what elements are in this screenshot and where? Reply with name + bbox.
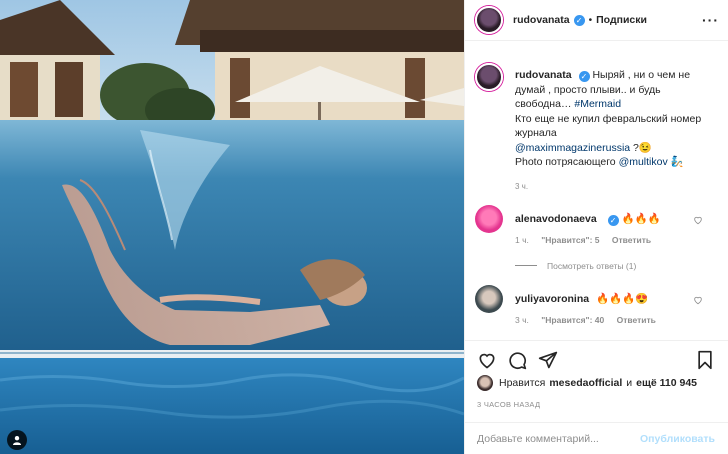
follow-button[interactable]: Подписки [596,14,647,26]
comment-meta: 1 ч. "Нравится": 5 Ответить [515,235,661,245]
publish-button[interactable]: Опубликовать [640,433,715,445]
liked-by-joiner: и [626,377,633,389]
add-comment-bar: Добавьте комментарий... Опубликовать [465,422,728,454]
view-replies-button[interactable]: Посмотреть ответы (1) [515,261,636,271]
comments-section: rudovanata ✓ Ныряй , ни о чем не думай ,… [465,52,728,342]
reply-button[interactable]: Ответить [612,235,651,245]
verified-icon: ✓ [573,14,585,26]
caption-avatar[interactable] [475,63,503,91]
comment-item: alenavodonaeva ✓ 🔥🔥🔥 1 ч. "Нравится": 5 … [465,204,728,285]
likes-count[interactable]: ещё 110 945 [636,377,697,389]
caption-line4-prefix: Photo потрясающего [515,156,616,168]
hashtag-link[interactable]: #Mermaid [574,98,621,110]
comment-avatar[interactable] [475,204,503,233]
comment-body: yuliyavoronina 🔥🔥🔥😍 [515,292,648,305]
caption-line2: Кто еще не купил февральский номер журна… [515,112,702,140]
comment-likes[interactable]: "Нравится": 5 [541,235,599,245]
replies-divider [515,265,537,266]
share-icon[interactable] [538,350,558,370]
small-heart-icon[interactable] [693,295,703,305]
more-options-button[interactable]: ··· [702,12,719,28]
liked-by: Нравится mesedaofficial и ещё 110 945 [477,375,697,391]
comment-time[interactable]: 1 ч. [515,235,529,245]
comment-likes[interactable]: "Нравится": 40 [541,315,604,325]
caption-line4-suffix: 🧞 [670,156,684,168]
small-heart-icon[interactable] [693,215,703,225]
post-details-panel: rudovanata ✓ • Подписки ··· rudovanata ✓… [464,0,728,454]
reply-button[interactable]: Ответить [617,315,656,325]
liker-username[interactable]: mesedaofficial [549,377,622,389]
comment-avatar[interactable] [475,284,503,313]
caption-text: rudovanata ✓ Ныряй , ни о чем не думай ,… [515,52,715,170]
post-date[interactable]: 3 ЧАСОВ НАЗАД [477,400,540,409]
comment-input[interactable]: Добавьте комментарий... [477,433,640,445]
header-separator: • [588,14,593,26]
post-photo[interactable] [0,0,464,454]
verified-icon: ✓ [607,214,619,226]
comment-text: 🔥🔥🔥😍 [596,292,649,305]
comment-time[interactable]: 3 ч. [515,315,529,325]
heart-icon[interactable] [477,350,497,370]
liker-avatar[interactable] [477,375,493,391]
user-tag-icon[interactable] [7,430,27,450]
comment-item: yuliyavoronina 🔥🔥🔥😍 3 ч. "Нравится": 40 … [465,284,728,343]
comment-icon[interactable] [507,350,527,370]
caption-time[interactable]: 3 ч. [515,182,728,191]
caption-line3: ?😉 [633,141,652,154]
photo-illustration [0,0,464,454]
comment-username[interactable]: yuliyavoronina [515,293,589,305]
comment-text: 🔥🔥🔥 [621,212,661,225]
mention-link-maxim[interactable]: @maximmagazinerussia [515,142,630,154]
comment-meta: 3 ч. "Нравится": 40 Ответить [515,315,666,325]
caption-username[interactable]: rudovanata [515,69,572,81]
action-bar [465,340,728,378]
caption: rudovanata ✓ Ныряй , ни о чем не думай ,… [465,52,728,191]
comment-username[interactable]: alenavodonaeva [515,213,597,225]
author-username[interactable]: rudovanata [513,14,570,26]
mention-link-multikov[interactable]: @multikov [619,156,668,168]
post-header: rudovanata ✓ • Подписки ··· [465,0,728,41]
comment-body: alenavodonaeva ✓ 🔥🔥🔥 [515,212,661,226]
view-replies-label: Посмотреть ответы (1) [547,260,637,271]
bookmark-icon[interactable] [695,350,715,370]
author-avatar[interactable] [475,6,503,34]
verified-icon: ✓ [578,71,590,82]
liked-by-prefix: Нравится [499,377,546,389]
